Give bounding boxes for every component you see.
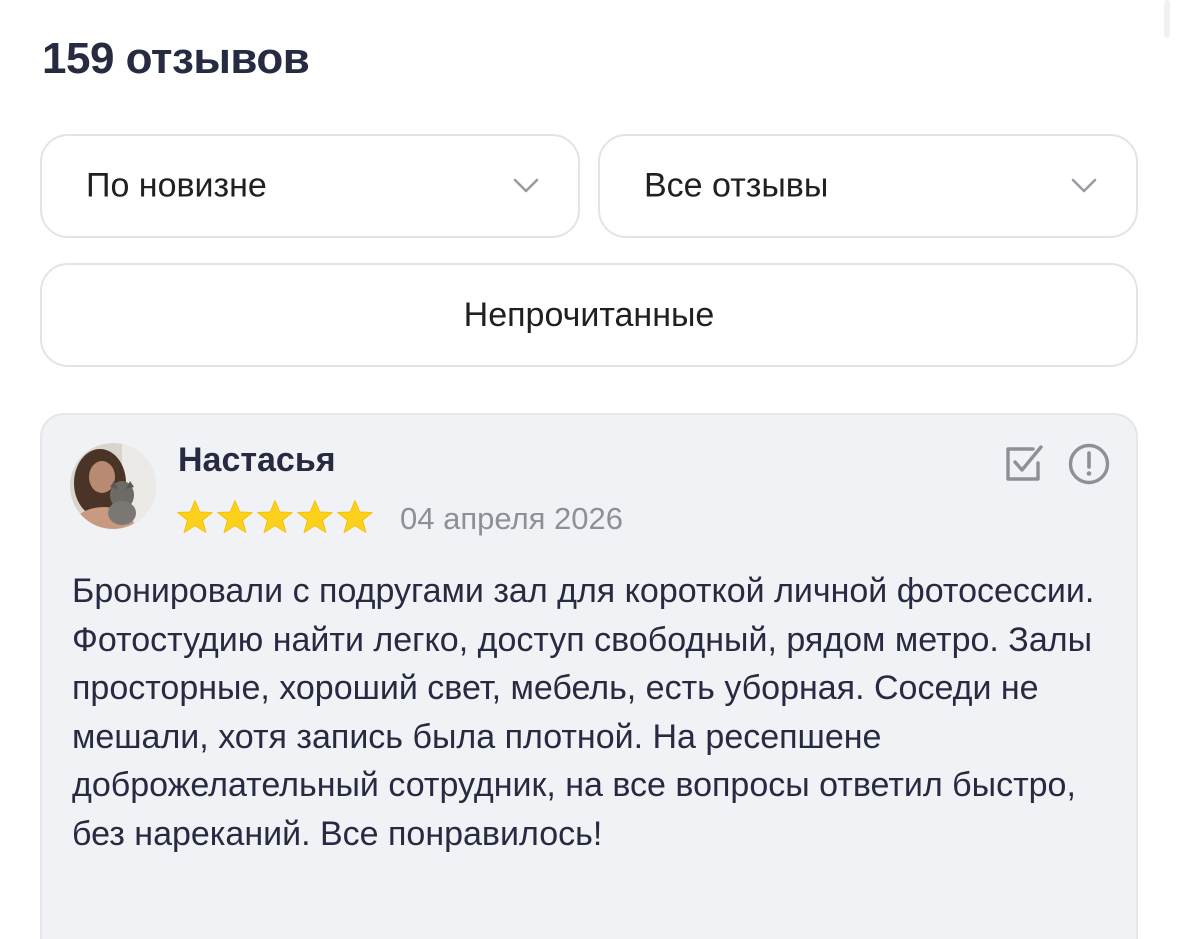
review-author: Настасья (178, 441, 336, 479)
chevron-down-icon (513, 178, 539, 193)
star-icon (257, 500, 293, 533)
avatar-photo (70, 443, 156, 529)
exclamation-circle-icon[interactable] (1066, 441, 1112, 487)
review-card: Настасья 04 апреля 2026 Бронировали с по… (40, 413, 1138, 939)
sort-select[interactable]: По новизне (40, 134, 580, 238)
check-square-icon[interactable] (1000, 441, 1046, 487)
unread-filter-button[interactable]: Непрочитанные (40, 263, 1138, 367)
chevron-down-icon (1071, 178, 1097, 193)
review-type-select-value: Все отзывы (644, 166, 829, 205)
page-title: 159 отзывов (42, 34, 310, 83)
sort-select-value: По новизне (86, 166, 267, 205)
review-type-select[interactable]: Все отзывы (598, 134, 1138, 238)
review-date: 04 апреля 2026 (400, 501, 624, 536)
review-text: Бронировали с подругами зал для короткой… (72, 572, 1095, 853)
reviews-page: 159 отзывов По новизне Все отзывы Непроч… (0, 0, 1178, 939)
scrollbar[interactable] (1164, 0, 1170, 38)
rating-stars (176, 499, 374, 535)
star-icon (337, 500, 373, 533)
avatar[interactable] (70, 443, 156, 529)
star-icon (177, 500, 213, 533)
star-icon (297, 500, 333, 533)
star-icon (217, 500, 253, 533)
